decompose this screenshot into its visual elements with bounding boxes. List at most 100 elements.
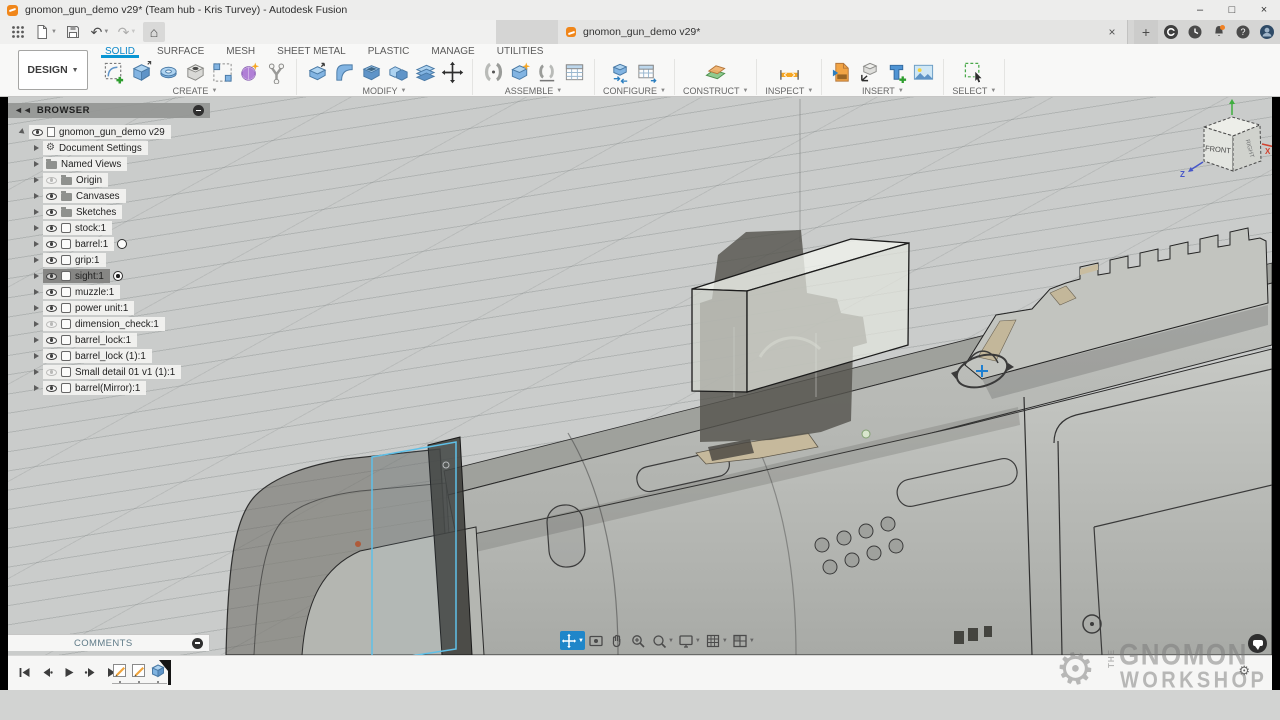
combine-icon[interactable] [386, 60, 410, 84]
browser-item-stock-1[interactable]: stock:1 [8, 220, 210, 236]
expand-node-icon[interactable] [34, 257, 39, 263]
collapse-node-icon[interactable] [19, 128, 27, 136]
look-at-icon[interactable] [587, 631, 606, 650]
tab-solid[interactable]: SOLID [94, 44, 146, 58]
orbit-icon[interactable]: ▼ [560, 631, 585, 650]
pan-icon[interactable] [608, 631, 627, 650]
timeline-settings-gear-icon[interactable]: ⚙ [1238, 664, 1250, 677]
configuration-table-icon[interactable] [636, 60, 660, 84]
browser-item-box[interactable]: Small detail 01 v1 (1):1 [43, 365, 181, 379]
create-sketch-icon[interactable] [102, 60, 126, 84]
browser-item-box[interactable]: Canvases [43, 189, 126, 203]
new-component-icon[interactable] [508, 60, 532, 84]
browser-item-grip-1[interactable]: grip:1 [8, 252, 210, 268]
bom-table-icon[interactable] [562, 60, 586, 84]
expand-node-icon[interactable] [34, 385, 39, 391]
tab-plastic[interactable]: PLASTIC [357, 44, 421, 58]
browser-item-box[interactable]: barrel(Mirror):1 [43, 381, 146, 395]
browser-item-named-views[interactable]: Named Views [8, 156, 210, 172]
browser-panel-header[interactable]: ◄◄ BROWSER [8, 103, 210, 118]
browser-item-box[interactable]: power unit:1 [43, 301, 134, 315]
expand-node-icon[interactable] [34, 161, 39, 167]
undo-icon[interactable]: ↶▼ [89, 22, 111, 42]
browser-item-box[interactable]: Origin [43, 173, 108, 187]
ribbon-group-label[interactable]: CONFIGURE▼ [603, 86, 666, 96]
zoom-icon[interactable] [629, 631, 648, 650]
fit-icon[interactable]: ▼ [650, 631, 675, 650]
visibility-eye-icon[interactable] [46, 353, 57, 360]
job-status-icon[interactable] [1187, 24, 1203, 40]
browser-item-box[interactable]: gnomon_gun_demo v29 [29, 125, 171, 139]
fillet-icon[interactable] [332, 60, 356, 84]
browser-item-muzzle-1[interactable]: muzzle:1 [8, 284, 210, 300]
browser-item-barrel-mirror-1[interactable]: barrel(Mirror):1 [8, 380, 210, 396]
rigid-group-icon[interactable] [535, 60, 559, 84]
sketch-feature-icon[interactable] [112, 663, 128, 679]
ribbon-group-label[interactable]: ASSEMBLE▼ [505, 86, 562, 96]
collapse-panel-icon[interactable]: ◄◄ [14, 106, 32, 115]
expand-node-icon[interactable] [34, 337, 39, 343]
tab-surface[interactable]: SURFACE [146, 44, 215, 58]
expand-node-icon[interactable] [34, 289, 39, 295]
next-step-button[interactable] [82, 664, 98, 680]
visibility-eye-icon[interactable] [46, 273, 57, 280]
browser-item-barrel-lock-1[interactable]: barrel_lock:1 [8, 332, 210, 348]
tab-mesh[interactable]: MESH [215, 44, 266, 58]
new-tab-button[interactable]: + [1134, 20, 1158, 44]
tab-sheet-metal[interactable]: SHEET METAL [266, 44, 357, 58]
browser-item-box[interactable]: Sketches [43, 205, 122, 219]
browser-options-icon[interactable] [193, 105, 204, 116]
user-avatar-icon[interactable] [1259, 24, 1275, 40]
design-menu-button[interactable]: DESIGN ▼ [18, 50, 88, 90]
insert-svg-icon[interactable] [830, 60, 854, 84]
visibility-eye-icon[interactable] [46, 305, 57, 312]
expand-node-icon[interactable] [34, 209, 39, 215]
ribbon-group-label[interactable]: SELECT▼ [952, 86, 996, 96]
expand-node-icon[interactable] [34, 321, 39, 327]
app-launcher-grid-icon[interactable] [7, 22, 29, 42]
minimize-button[interactable]: – [1184, 0, 1216, 20]
select-window-icon[interactable] [962, 60, 986, 84]
expand-node-icon[interactable] [34, 225, 39, 231]
expand-node-icon[interactable] [34, 145, 39, 151]
browser-item-dimension-check-1[interactable]: dimension_check:1 [8, 316, 210, 332]
browser-item-power-unit-1[interactable]: power unit:1 [8, 300, 210, 316]
activate-component-radio[interactable] [117, 239, 127, 249]
visibility-eye-icon[interactable] [46, 241, 57, 248]
sketch-plane-outline[interactable] [372, 442, 456, 655]
browser-item-barrel-lock-1-1[interactable]: barrel_lock (1):1 [8, 348, 210, 364]
sketch-feature-icon[interactable] [131, 663, 147, 679]
browser-item-sight-1[interactable]: sight:1 [8, 268, 210, 284]
ribbon-group-label[interactable]: CREATE▼ [173, 86, 218, 96]
visibility-eye-icon[interactable] [32, 129, 43, 136]
visibility-eye-icon[interactable] [46, 369, 57, 376]
move-copy-icon[interactable] [440, 60, 464, 84]
expand-node-icon[interactable] [34, 305, 39, 311]
expand-node-icon[interactable] [34, 273, 39, 279]
feedback-bubble-icon[interactable] [1248, 634, 1267, 653]
document-tab[interactable]: gnomon_gun_demo v29* × [558, 20, 1128, 44]
browser-item-box[interactable]: Named Views [43, 157, 127, 171]
browser-item-sketches[interactable]: Sketches [8, 204, 210, 220]
joint-icon[interactable] [481, 60, 505, 84]
configuration-icon[interactable] [609, 60, 633, 84]
browser-item-box[interactable]: muzzle:1 [43, 285, 120, 299]
browser-item-box[interactable]: stock:1 [43, 221, 112, 235]
notifications-icon[interactable] [1211, 24, 1227, 40]
redo-icon[interactable]: ↷▼ [116, 22, 138, 42]
activate-component-radio[interactable] [113, 271, 123, 281]
visibility-eye-icon[interactable] [46, 321, 57, 328]
ribbon-group-label[interactable]: INSPECT▼ [765, 86, 813, 96]
view-cube[interactable]: FRONT RIGHT X Z [1180, 99, 1272, 179]
rectangular-pattern-icon[interactable] [210, 60, 234, 84]
timeline-playhead[interactable] [168, 660, 171, 685]
browser-item-box[interactable]: sight:1 [43, 269, 110, 283]
extensions-icon[interactable] [1163, 24, 1179, 40]
go-to-beginning-button[interactable] [16, 664, 32, 680]
visibility-eye-icon[interactable] [46, 209, 57, 216]
previous-step-button[interactable] [38, 664, 54, 680]
insert-image-icon[interactable] [911, 60, 935, 84]
ribbon-group-label[interactable]: INSERT▼ [862, 86, 904, 96]
play-button[interactable] [60, 664, 76, 680]
browser-item-box[interactable]: grip:1 [43, 253, 106, 267]
